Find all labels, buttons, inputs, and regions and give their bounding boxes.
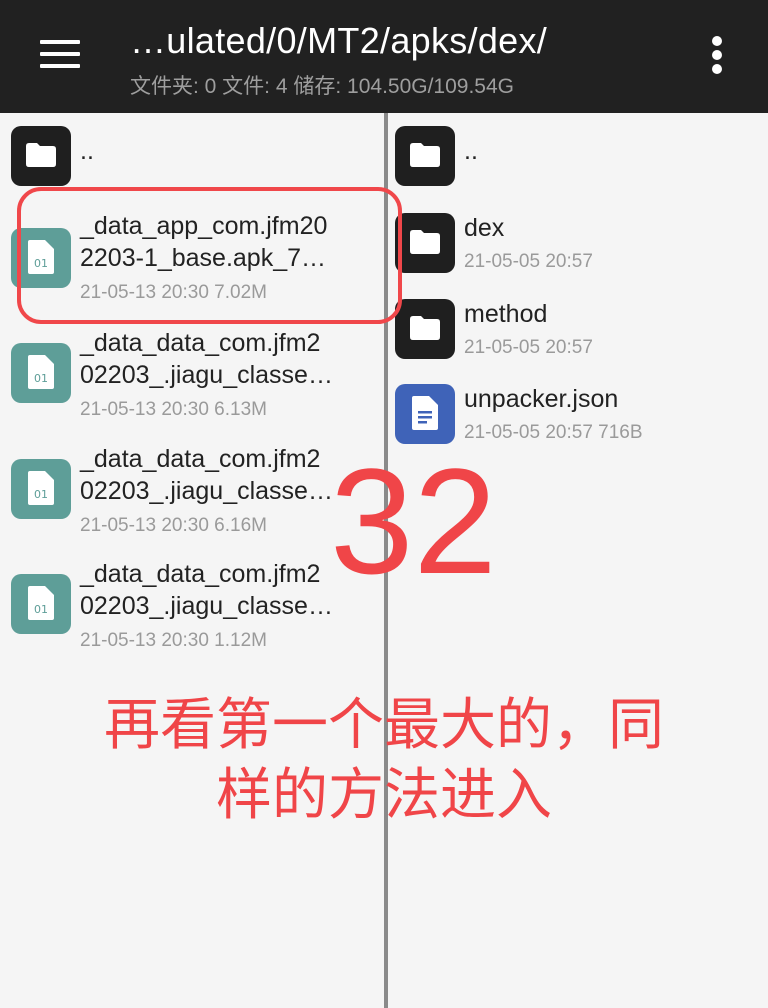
binary-file-icon: 01 [11,459,71,519]
folder-icon [395,126,455,186]
folder-icon [395,213,455,273]
step-number: 32 [330,437,497,605]
file-meta: 21-05-13 20:30 6.13M [80,399,267,420]
file-meta: 21-05-13 20:30 1.12M [80,630,267,651]
folder-icon [11,126,71,186]
caption-line-2: 样的方法进入 [216,763,552,826]
file-name-line1: _data_data_com.jfm2 [80,560,321,588]
binary-file-icon: 01 [11,574,71,634]
file-meta: 21-05-13 20:30 6.16M [80,515,267,536]
parent-directory-label: .. [80,137,94,165]
file-name-line1: _data_data_com.jfm2 [80,329,321,357]
svg-text:01: 01 [34,603,48,616]
folder-name: method [464,300,548,328]
app-toolbar: …ulated/0/MT2/apks/dex/ 文件夹: 0 文件: 4 储存:… [0,0,768,113]
caption-line-1: 再看第一个最大的，同 [104,693,664,756]
folder-icon [395,299,455,359]
menu-icon[interactable] [38,38,82,70]
folder-meta: 21-05-05 20:57 [464,251,593,272]
svg-text:01: 01 [34,372,48,385]
storage-info: 文件夹: 0 文件: 4 储存: 104.50G/109.54G [130,75,514,98]
folder-row[interactable]: dex 21-05-05 20:57 [388,208,768,288]
current-path[interactable]: …ulated/0/MT2/apks/dex/ [130,20,547,62]
file-name-line2: 02203_.jiagu_classe… [80,361,333,389]
file-name-line2: 02203_.jiagu_classe… [80,477,333,505]
folder-row[interactable]: method 21-05-05 20:57 [388,294,768,374]
file-name-line2: 02203_.jiagu_classe… [80,592,333,620]
file-name-line1: _data_data_com.jfm2 [80,445,321,473]
file-row[interactable]: 01 _data_data_com.jfm2 02203_.jiagu_clas… [0,439,384,549]
document-icon [395,384,455,444]
file-name: unpacker.json [464,385,619,413]
file-row[interactable]: 01 _data_data_com.jfm2 02203_.jiagu_clas… [0,323,384,433]
binary-file-icon: 01 [11,343,71,403]
folder-meta: 21-05-05 20:57 [464,337,593,358]
parent-directory-label: .. [464,137,478,165]
more-options-icon[interactable] [704,36,730,76]
highlight-box [17,187,402,324]
instruction-caption: 再看第一个最大的，同 样的方法进入 [0,690,768,830]
folder-name: dex [464,214,505,242]
svg-text:01: 01 [34,488,48,501]
file-row[interactable]: 01 _data_data_com.jfm2 02203_.jiagu_clas… [0,554,384,664]
parent-directory-row[interactable]: .. [388,113,768,193]
parent-directory-row[interactable]: .. [0,113,384,193]
